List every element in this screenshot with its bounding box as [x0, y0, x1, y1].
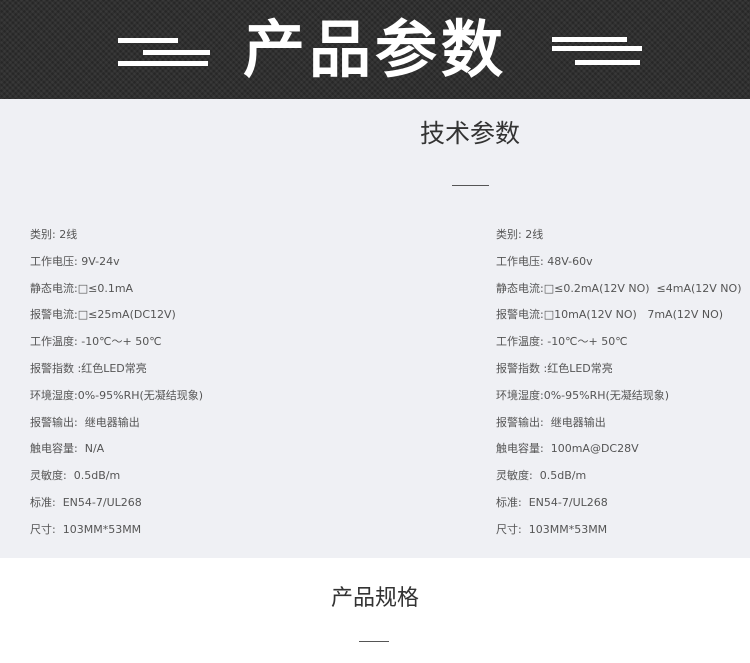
spec-label: 工作电压	[30, 254, 74, 268]
spec-row: 工作电压: 48V-60v	[496, 254, 593, 268]
spec-value: EN54-7/UL268	[62, 495, 142, 509]
spec-row: 报警电流:□10mA(12V NO) 7mA(12V NO)	[496, 308, 724, 322]
spec-value: 0.5dB/m	[73, 469, 121, 483]
banner-deco-line	[575, 60, 640, 65]
spec-value: 2线	[525, 228, 544, 241]
spec-label: 报警指数	[496, 361, 540, 375]
spec-label: 静态电流	[496, 281, 540, 295]
spec-list-left: 类别: 2线 工作电压: 9V-24v 静态电流:□≤0.1mA 报警电流:□≤…	[30, 226, 203, 548]
spec-label: 工作电压	[496, 254, 540, 268]
header-banner: 产品参数	[0, 0, 750, 99]
spec-row: 尺寸: 103MM*53MM	[30, 522, 142, 536]
spec-row: 报警输出: 继电器输出	[496, 415, 606, 429]
spec-value: EN54-7/UL268	[528, 495, 608, 509]
spec-label: 报警输出	[30, 415, 74, 429]
spec-value: -10℃～+ 50℃	[81, 335, 162, 349]
spec-value: 继电器输出	[550, 415, 606, 429]
spec-label: 工作温度	[30, 335, 74, 349]
spec-row: 灵敏度: 0.5dB/m	[30, 469, 121, 483]
spec-row: 报警输出: 继电器输出	[30, 415, 140, 429]
spec-value: 9V-24v	[81, 254, 120, 268]
spec-label: 标准	[496, 495, 518, 509]
banner-deco-line	[552, 46, 642, 51]
spec-row: 报警电流:□≤25mA(DC12V)	[30, 308, 176, 322]
spec-value: 2线	[59, 228, 78, 241]
spec-row: 触电容量: N/A	[30, 442, 105, 456]
spec-label: 标准	[30, 495, 52, 509]
spec-row: 类别: 2线	[496, 228, 544, 241]
section-divider	[359, 641, 389, 642]
spec-label: 静态电流	[30, 281, 74, 295]
spec-value: □≤0.2mA(12V NO) ≤4mA(12V NO)	[543, 281, 742, 295]
spec-row: 标准: EN54-7/UL268	[496, 495, 608, 509]
spec-value: □≤25mA(DC12V)	[77, 308, 176, 322]
spec-row: 灵敏度: 0.5dB/m	[496, 469, 587, 483]
spec-label: 灵敏度	[30, 469, 63, 483]
spec-label: 尺寸	[496, 522, 518, 536]
spec-row: 报警指数 :红色LED常亮	[496, 361, 613, 375]
spec-value: 103MM*53MM	[62, 522, 142, 536]
spec-value: 0%-95%RH(无凝结现象)	[77, 388, 204, 402]
spec-label: 类别	[496, 228, 518, 241]
spec-value: □10mA(12V NO) 7mA(12V NO)	[543, 308, 724, 322]
spec-value: 100mA@DC28V	[550, 442, 639, 456]
spec-label: 环境湿度	[30, 388, 74, 402]
spec-value: N/A	[84, 442, 105, 456]
spec-label: 环境湿度	[496, 388, 540, 402]
banner-deco-line	[552, 37, 627, 42]
spec-label: 报警电流	[496, 308, 540, 322]
spec-value: 48V-60v	[547, 254, 593, 268]
spec-label: 工作温度	[496, 335, 540, 349]
spec-value: 0.5dB/m	[539, 469, 587, 483]
spec-row: 环境湿度:0%-95%RH(无凝结现象)	[496, 388, 670, 402]
spec-label: 尺寸	[30, 522, 52, 536]
spec-label: 触电容量	[496, 442, 540, 456]
section-divider	[452, 185, 489, 186]
spec-row: 触电容量: 100mA@DC28V	[496, 442, 639, 456]
spec-value: 红色LED常亮	[547, 361, 613, 375]
spec-row: 静态电流:□≤0.1mA	[30, 281, 134, 295]
spec-row: 类别: 2线	[30, 228, 78, 241]
spec-value: □≤0.1mA	[77, 281, 134, 295]
spec-row: 报警指数 :红色LED常亮	[30, 361, 147, 375]
spec-row: 标准: EN54-7/UL268	[30, 495, 142, 509]
spec-row: 工作温度: -10℃～+ 50℃	[496, 335, 628, 349]
section-title: 产品规格	[330, 586, 419, 611]
spec-label: 报警电流	[30, 308, 74, 322]
spec-label: 报警输出	[496, 415, 540, 429]
spec-label: 灵敏度	[496, 469, 529, 483]
spec-value: 0%-95%RH(无凝结现象)	[543, 388, 670, 402]
spec-label: 报警指数	[30, 361, 74, 375]
spec-row: 尺寸: 103MM*53MM	[496, 522, 608, 536]
spec-row: 静态电流:□≤0.2mA(12V NO) ≤4mA(12V NO)	[496, 281, 742, 295]
spec-row: 环境湿度:0%-95%RH(无凝结现象)	[30, 388, 204, 402]
spec-value: 红色LED常亮	[81, 361, 147, 375]
spec-list-right: 类别: 2线 工作电压: 48V-60v 静态电流:□≤0.2mA(12V NO…	[496, 226, 742, 548]
spec-row: 工作电压: 9V-24v	[30, 254, 120, 268]
spec-value: -10℃～+ 50℃	[547, 335, 628, 349]
spec-label: 触电容量	[30, 442, 74, 456]
spec-value: 103MM*53MM	[528, 522, 608, 536]
spec-label: 类别	[30, 228, 52, 241]
spec-value: 继电器输出	[84, 415, 140, 429]
section-title: 技术参数	[419, 119, 520, 148]
spec-row: 工作温度: -10℃～+ 50℃	[30, 335, 162, 349]
